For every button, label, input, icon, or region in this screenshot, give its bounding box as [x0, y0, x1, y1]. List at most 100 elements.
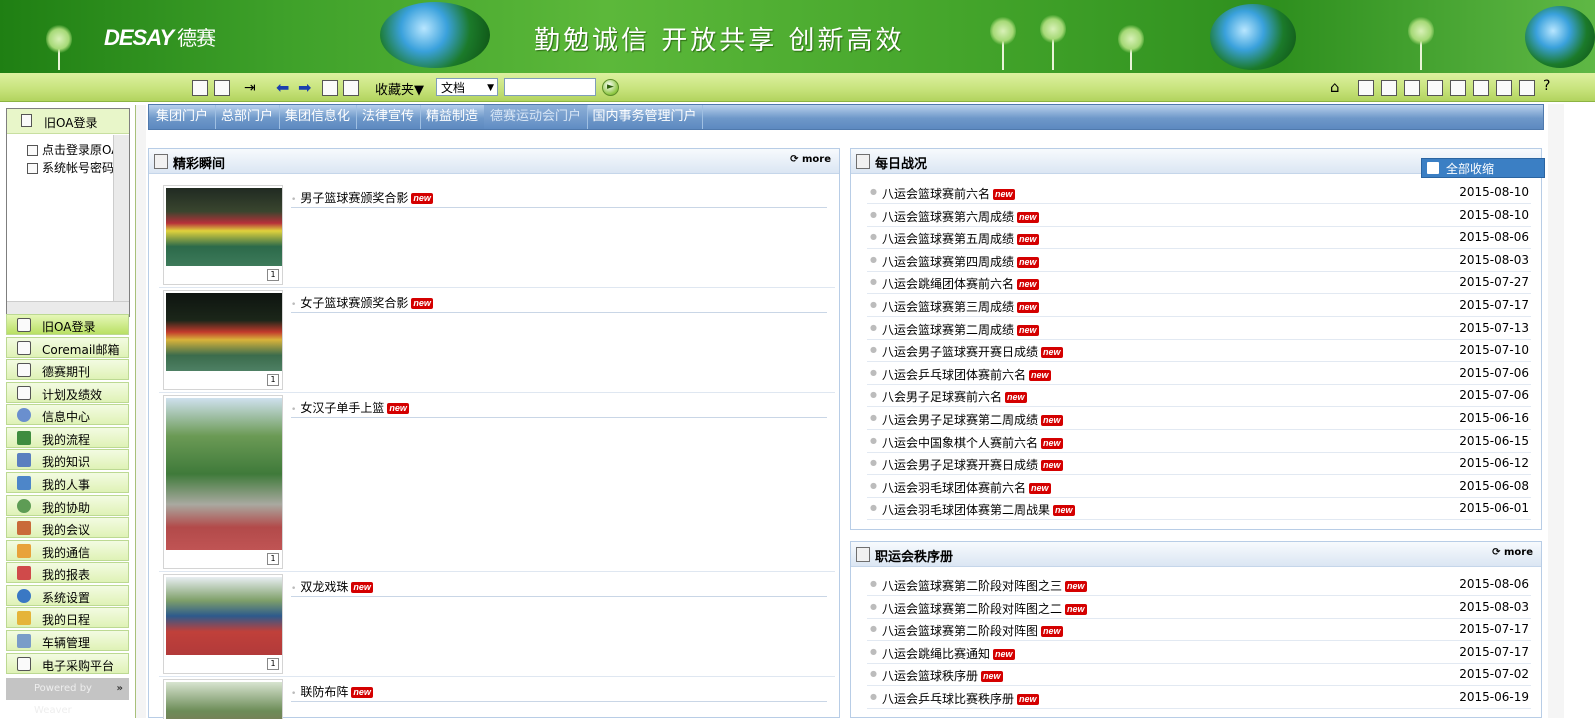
nav-item-calendar[interactable]: 我的日程: [6, 607, 129, 628]
notes-icon[interactable]: [1519, 80, 1535, 96]
photo-title[interactable]: 男子篮球赛颁奖合影new: [291, 189, 827, 208]
news-title[interactable]: 八运会篮球赛第二阶段对阵图之二 new: [882, 600, 1087, 617]
news-title[interactable]: 八运会篮球赛第六周成绩 new: [882, 208, 1039, 225]
forward-icon[interactable]: ➡: [298, 78, 314, 97]
nav-item-purchase[interactable]: 电子采购平台: [6, 653, 129, 674]
back-icon[interactable]: ⬅: [276, 78, 292, 97]
photo-title[interactable]: 女汉子单手上篮new: [291, 399, 827, 418]
message-icon[interactable]: [1427, 80, 1443, 96]
nav-item-report[interactable]: 我的报表: [6, 562, 129, 583]
news-row[interactable]: ● 八运会篮球赛第五周成绩 new 2015-08-06: [867, 226, 1531, 250]
tab-group-it[interactable]: 集团信息化: [279, 105, 357, 129]
photo-item[interactable]: 联防布阵new: [163, 679, 827, 719]
photo-thumb[interactable]: [163, 679, 283, 719]
split-icon[interactable]: [214, 80, 230, 96]
photo-thumb[interactable]: 1: [163, 574, 283, 674]
nav-item-coremail[interactable]: Coremail邮箱: [6, 337, 129, 358]
news-title[interactable]: 八运会篮球赛第三周成绩 new: [882, 298, 1039, 315]
news-title[interactable]: 八运会羽毛球团体赛第二周战果 new: [882, 501, 1075, 518]
news-title[interactable]: 八运会跳绳团体赛前六名 new: [882, 275, 1039, 292]
nav-item-assist[interactable]: 我的协助: [6, 495, 129, 516]
photo-title[interactable]: 联防布阵new: [291, 683, 827, 702]
news-title[interactable]: 八运会篮球赛第二周成绩 new: [882, 321, 1039, 338]
news-row[interactable]: ● 八运会篮球赛第三周成绩 new 2015-07-17: [867, 294, 1531, 317]
photo-item[interactable]: 1 女子篮球赛颁奖合影new: [163, 290, 827, 390]
photo-title[interactable]: 双龙戏珠new: [291, 578, 827, 597]
refresh-icon[interactable]: [322, 80, 338, 96]
logout-icon[interactable]: ⇥: [244, 80, 260, 96]
news-row[interactable]: ● 八运会篮球赛第二阶段对阵图之二 new 2015-08-03: [867, 596, 1531, 619]
nav-item-hr[interactable]: 我的人事: [6, 472, 129, 493]
news-title[interactable]: 八运会男子足球赛第二周成绩 new: [882, 411, 1063, 428]
tab-group-portal[interactable]: 集团门户: [149, 105, 216, 129]
photo-item[interactable]: 1 双龙戏珠new: [163, 574, 827, 674]
news-row[interactable]: ● 八运会男子足球赛第二周成绩 new 2015-06-16: [867, 407, 1531, 430]
nav-item-car[interactable]: 车辆管理: [6, 630, 129, 651]
tree-node-password[interactable]: 系统帐号密码: [27, 159, 113, 176]
photo-thumb[interactable]: 1: [163, 290, 283, 390]
news-row[interactable]: ● 八运会篮球赛第二阶段对阵图之三 new 2015-08-06: [867, 573, 1531, 596]
news-row[interactable]: ● 八运会跳绳比赛通知 new 2015-07-17: [867, 641, 1531, 664]
nav-item-old-oa[interactable]: 旧OA登录: [6, 314, 129, 335]
nav-item-plan[interactable]: 计划及绩效: [6, 382, 129, 403]
news-row[interactable]: ● 八运会男子足球赛开赛日成绩 new 2015-06-12: [867, 452, 1531, 476]
print-icon[interactable]: [343, 80, 359, 96]
doc-type-select[interactable]: 文档 ▼: [436, 78, 498, 96]
photo-thumb[interactable]: 1: [163, 185, 283, 285]
mail-icon[interactable]: [1381, 80, 1397, 96]
nav-item-knowledge[interactable]: 我的知识: [6, 449, 129, 470]
nav-item-journal[interactable]: 德赛期刊: [6, 359, 129, 380]
news-title[interactable]: 八运会男子篮球赛开赛日成绩 new: [882, 343, 1063, 360]
more-link[interactable]: ⟳ more: [1492, 547, 1533, 558]
news-title[interactable]: 八运会篮球赛第四周成绩 new: [882, 253, 1039, 270]
search-input[interactable]: [504, 78, 596, 96]
nav-item-meeting[interactable]: 我的会议: [6, 517, 129, 538]
desktop-icon[interactable]: [1358, 80, 1374, 96]
news-title[interactable]: 八会男子足球赛前六名 new: [882, 388, 1027, 405]
nav-item-info[interactable]: 信息中心: [6, 404, 129, 425]
news-row[interactable]: ● 八运会男子篮球赛开赛日成绩 new 2015-07-10: [867, 339, 1531, 363]
page-scrollbar[interactable]: [1548, 104, 1564, 718]
news-title[interactable]: 八运会羽毛球团体赛前六名 new: [882, 479, 1051, 496]
news-row[interactable]: ● 八运会篮球赛第四周成绩 new 2015-08-03: [867, 249, 1531, 272]
news-row[interactable]: ● 八运会跳绳团体赛前六名 new 2015-07-27: [867, 271, 1531, 295]
help-icon[interactable]: ?: [1543, 78, 1559, 94]
tab-hq-portal[interactable]: 总部门户: [215, 105, 280, 129]
tree-node-login[interactable]: 点击登录原OA: [27, 141, 113, 158]
home-icon[interactable]: ⌂: [1330, 78, 1346, 96]
news-title[interactable]: 八运会跳绳比赛通知 new: [882, 645, 1015, 662]
search-go-icon[interactable]: ►: [602, 79, 619, 96]
panel-splitter[interactable]: [136, 105, 146, 718]
layout-icon[interactable]: [192, 80, 208, 96]
news-title[interactable]: 八运会篮球秩序册 new: [882, 667, 1003, 684]
news-row[interactable]: ● 八会男子足球赛前六名 new 2015-07-06: [867, 384, 1531, 408]
news-title[interactable]: 八运会男子足球赛开赛日成绩 new: [882, 456, 1063, 473]
news-title[interactable]: 八运会篮球赛第二阶段对阵图 new: [882, 622, 1063, 639]
more-link[interactable]: ⟳ more: [790, 154, 831, 165]
news-title[interactable]: 八运会篮球赛第五周成绩 new: [882, 230, 1039, 247]
news-row[interactable]: ● 八运会中国象棋个人赛前六名 new 2015-06-15: [867, 430, 1531, 453]
news-row[interactable]: ● 八运会羽毛球团体赛前六名 new 2015-06-08: [867, 475, 1531, 498]
news-title[interactable]: 八运会乒乓球团体赛前六名 new: [882, 366, 1051, 383]
tab-legal[interactable]: 法律宣传: [356, 105, 421, 129]
photo-title[interactable]: 女子篮球赛颁奖合影new: [291, 294, 827, 313]
nav-item-settings[interactable]: 系统设置: [6, 585, 129, 606]
news-row[interactable]: ● 八运会篮球赛第六周成绩 new 2015-08-10: [867, 204, 1531, 227]
tab-lean[interactable]: 精益制造: [420, 105, 485, 129]
news-title[interactable]: 八运会乒乓球比赛秩序册 new: [882, 690, 1039, 707]
news-row[interactable]: ● 八运会篮球赛前六名 new 2015-08-10: [867, 181, 1531, 204]
photo-item[interactable]: 1 男子篮球赛颁奖合影new: [163, 185, 827, 285]
news-row[interactable]: ● 八运会乒乓球团体赛前六名 new 2015-07-06: [867, 362, 1531, 385]
edit-icon[interactable]: [1404, 80, 1420, 96]
expand-icon[interactable]: »: [117, 678, 123, 700]
collapse-all-button[interactable]: 全部收缩: [1421, 158, 1545, 178]
tab-domestic-affairs[interactable]: 国内事务管理门户: [587, 105, 703, 129]
calendar-icon[interactable]: [1496, 80, 1512, 96]
photo-item[interactable]: 1 女汉子单手上篮new: [163, 395, 827, 569]
news-title[interactable]: 八运会中国象棋个人赛前六名 new: [882, 434, 1063, 451]
nav-item-comm[interactable]: 我的通信: [6, 540, 129, 561]
news-row[interactable]: ● 八运会乒乓球比赛秩序册 new 2015-06-19: [867, 686, 1531, 709]
favorites-menu[interactable]: 收藏夹▼: [375, 79, 424, 98]
users-icon[interactable]: [1450, 80, 1466, 96]
org-icon[interactable]: [1473, 80, 1489, 96]
